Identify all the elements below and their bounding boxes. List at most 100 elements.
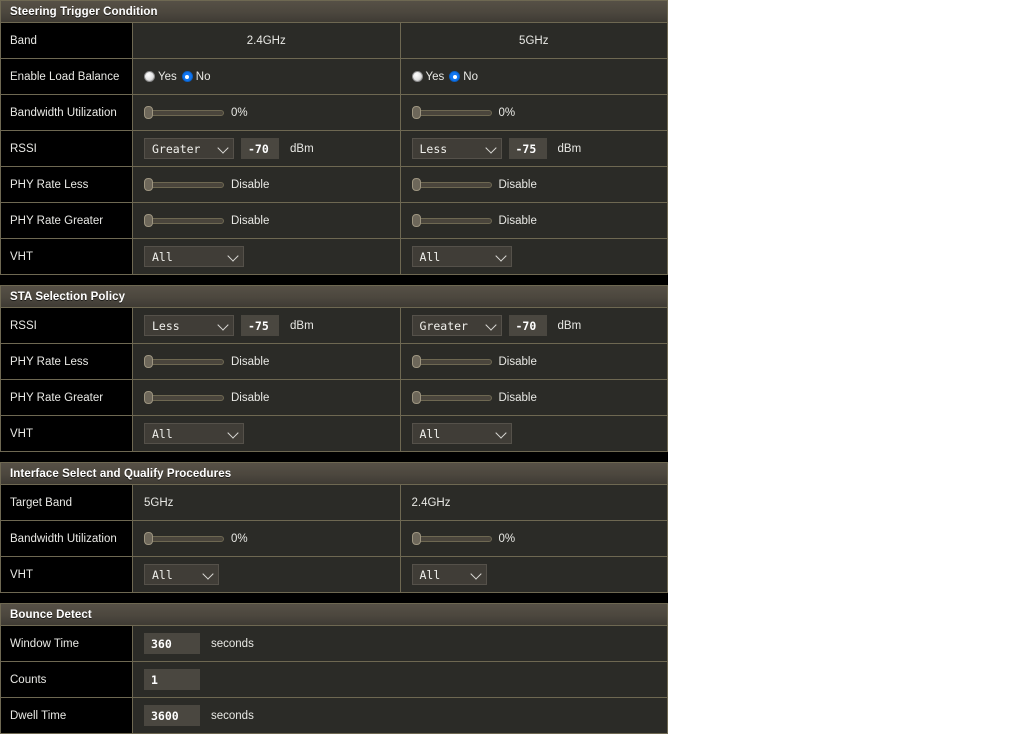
chevron-down-icon (202, 567, 214, 580)
cell-bandwidth-utilization-col1: 0% (133, 95, 401, 130)
text-input-value: 360 (151, 636, 172, 651)
slider-thumb[interactable] (144, 214, 153, 227)
slider-thumb[interactable] (144, 391, 153, 404)
slider-control[interactable] (411, 355, 492, 368)
slider-control[interactable] (411, 214, 492, 227)
slider-control[interactable] (411, 178, 492, 191)
slider-track[interactable] (144, 536, 224, 542)
cell-counts-col1: 1 (133, 662, 667, 697)
radio-option-yes[interactable]: Yes (411, 71, 444, 83)
dropdown-select[interactable]: All (411, 423, 512, 444)
text-input-value: 1 (151, 672, 158, 687)
radio-label: No (463, 70, 478, 83)
text-input[interactable]: -70 (241, 138, 279, 159)
slider-value-label: Disable (231, 214, 270, 227)
table-row: Enable Load Balance Yes No Yes No (1, 59, 667, 95)
dropdown-select[interactable]: All (411, 246, 512, 267)
slider-control[interactable] (144, 106, 224, 119)
cell-bandwidth-utilization-col1: 0% (133, 521, 401, 556)
slider-control[interactable] (144, 214, 224, 227)
radio-button-yes[interactable] (144, 71, 155, 82)
radio-label: Yes (158, 70, 177, 83)
radio-option-yes[interactable]: Yes (144, 71, 177, 83)
slider-value-label: Disable (498, 214, 537, 227)
cell-rssi-col1: Less -75 dBm (133, 308, 401, 343)
slider-thumb[interactable] (144, 355, 153, 368)
row-label-rssi: RSSI (1, 308, 133, 343)
slider-value-label: 0% (498, 106, 516, 119)
text-input-value: -75 (248, 318, 269, 333)
section-interface-select-and-qualify-procedures: Interface Select and Qualify Procedures T… (0, 462, 668, 593)
chevron-down-icon (484, 141, 497, 154)
dropdown-select[interactable]: Less (411, 138, 502, 159)
dropdown-select[interactable]: Greater (144, 138, 234, 159)
slider-value-label: Disable (231, 178, 270, 191)
radio-option-no[interactable]: No (181, 71, 210, 83)
text-input[interactable]: -70 (508, 315, 547, 336)
slider-thumb[interactable] (144, 532, 153, 545)
slider-control[interactable] (144, 532, 224, 545)
dropdown-select[interactable]: Less (144, 315, 234, 336)
chevron-down-icon (484, 318, 497, 331)
slider-control[interactable] (411, 532, 492, 545)
slider-track[interactable] (411, 395, 492, 401)
slider-track[interactable] (411, 359, 492, 365)
slider-track[interactable] (144, 182, 224, 188)
cell-target-band-col1: 5GHz (133, 485, 401, 520)
text-input[interactable]: 360 (144, 633, 200, 654)
radio-button-yes[interactable] (411, 71, 423, 82)
slider-value-label: Disable (498, 355, 537, 368)
slider-thumb[interactable] (144, 106, 153, 119)
table-row: PHY Rate Less Disable Disable (1, 167, 667, 203)
chevron-down-icon (217, 141, 229, 154)
table-row: Window Time 360 seconds (1, 626, 667, 662)
row-label-rssi: RSSI (1, 131, 133, 166)
slider-track[interactable] (144, 218, 224, 224)
slider-track[interactable] (144, 359, 224, 365)
dropdown-select[interactable]: All (144, 564, 219, 585)
slider-track[interactable] (411, 536, 492, 542)
slider-track[interactable] (144, 110, 224, 116)
text-input[interactable]: 3600 (144, 705, 200, 726)
cell-enable-load-balance-col1: Yes No (133, 59, 401, 94)
slider-thumb[interactable] (411, 391, 421, 404)
radio-button-no[interactable] (181, 71, 193, 82)
slider-thumb[interactable] (411, 355, 421, 368)
dropdown-select[interactable]: All (411, 564, 487, 585)
slider-track[interactable] (144, 395, 224, 401)
slider-control[interactable] (411, 391, 492, 404)
slider-control[interactable] (144, 355, 224, 368)
cell-phy-rate-less-col1: Disable (133, 167, 401, 202)
slider-thumb[interactable] (411, 214, 421, 227)
dropdown-select[interactable]: Greater (411, 315, 502, 336)
radio-button-no[interactable] (449, 71, 461, 82)
slider-track[interactable] (411, 182, 492, 188)
dropdown-value: All (419, 249, 441, 264)
dropdown-select[interactable]: All (144, 246, 244, 267)
slider-control[interactable] (411, 106, 492, 119)
table-row: VHT All All (1, 239, 667, 274)
row-label-counts: Counts (1, 662, 133, 697)
table-row: Target Band 5GHz 2.4GHz (1, 485, 667, 521)
text-input[interactable]: -75 (241, 315, 279, 336)
row-label-vht: VHT (1, 416, 133, 451)
chevron-down-icon (494, 249, 507, 262)
slider-control[interactable] (144, 391, 224, 404)
dropdown-select[interactable]: All (144, 423, 244, 444)
row-label-vht: VHT (1, 557, 133, 592)
section-sta-selection-policy: STA Selection Policy RSSI Less -75 dBm Greate… (0, 285, 668, 452)
slider-thumb[interactable] (411, 532, 421, 545)
text-input[interactable]: -75 (508, 138, 547, 159)
slider-thumb[interactable] (144, 178, 153, 191)
slider-track[interactable] (411, 110, 492, 116)
slider-thumb[interactable] (411, 106, 421, 119)
radio-group: Yes No (144, 71, 210, 83)
radio-option-no[interactable]: No (449, 71, 478, 83)
text-input[interactable]: 1 (144, 669, 200, 690)
slider-control[interactable] (144, 178, 224, 191)
slider-track[interactable] (411, 218, 492, 224)
slider-value-label: 0% (231, 532, 248, 545)
cell-phy-rate-greater-col1: Disable (133, 380, 401, 415)
slider-thumb[interactable] (411, 178, 421, 191)
dropdown-value: All (419, 567, 441, 582)
